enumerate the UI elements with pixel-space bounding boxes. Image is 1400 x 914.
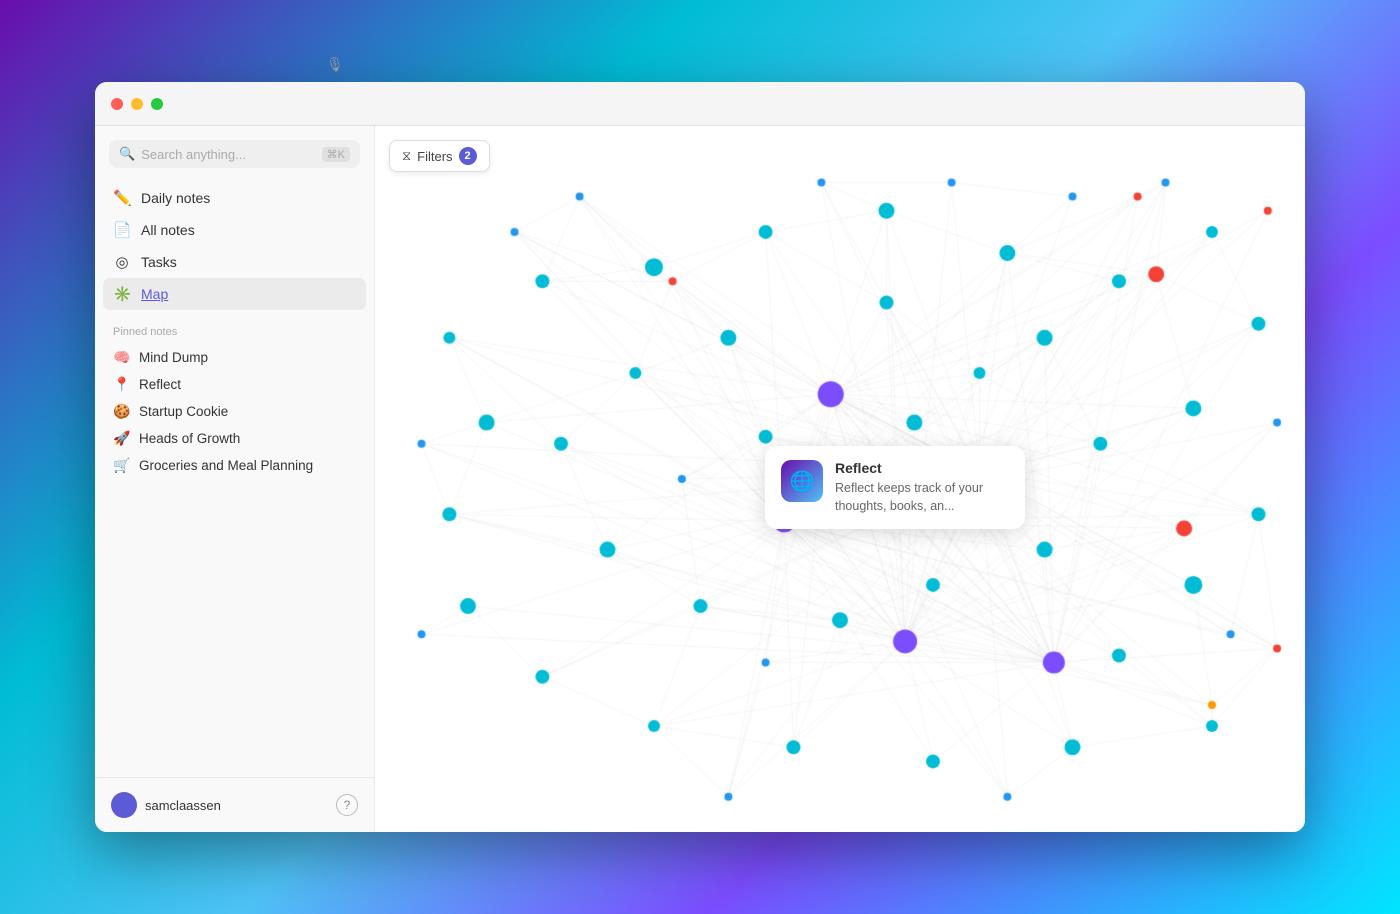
tooltip-content: Reflect Reflect keeps track of your thou… [835,460,1009,515]
pinned-item-groceries[interactable]: 🛒 Groceries and Meal Planning [113,452,356,479]
all-notes-label: All notes [141,222,195,238]
filters-bar[interactable]: ⧖ Filters 2 [389,140,490,172]
pinned-item-mind-dump[interactable]: 🧠 Mind Dump [113,344,356,371]
close-button[interactable] [111,98,123,110]
groceries-label: Groceries and Meal Planning [139,458,313,473]
reflect-emoji: 📍 [113,376,131,393]
search-shortcut: ⌘K [322,147,350,162]
help-button[interactable]: ? [336,794,358,816]
reflect-label: Reflect [139,377,181,392]
daily-notes-icon: ✏️ [113,189,131,207]
daily-notes-label: Daily notes [141,190,210,206]
pinned-section: Pinned notes 🧠 Mind Dump 📍 Reflect 🍪 Sta… [95,314,374,485]
tasks-label: Tasks [141,254,177,270]
sidebar-footer: samclaassen ? [95,777,374,832]
pinned-item-reflect[interactable]: 📍 Reflect [113,371,356,398]
pinned-item-heads-of-growth[interactable]: 🚀 Heads of Growth [113,425,356,452]
username: samclaassen [145,798,221,813]
startup-cookie-label: Startup Cookie [139,404,228,419]
tooltip-icon-emoji: 🌐 [790,469,815,494]
mind-dump-label: Mind Dump [139,350,208,365]
tooltip-app-icon: 🌐 [781,460,823,502]
map-icon: ✳️ [113,285,131,303]
startup-cookie-emoji: 🍪 [113,403,131,420]
sidebar-item-map[interactable]: ✳️ Map [103,278,366,310]
groceries-emoji: 🛒 [113,457,131,474]
mind-dump-emoji: 🧠 [113,349,131,366]
tooltip-card: 🌐 Reflect Reflect keeps track of your th… [765,446,1025,529]
heads-of-growth-emoji: 🚀 [113,430,131,447]
map-area[interactable]: ⧖ Filters 2 🌐 Reflect Reflect keeps trac… [375,126,1305,832]
main-content: 🔍 Search anything... ⌘K 🎙 ✏️ Daily notes… [95,126,1305,832]
sidebar: 🔍 Search anything... ⌘K 🎙 ✏️ Daily notes… [95,126,375,832]
help-icon-label: ? [344,798,351,812]
sidebar-item-daily-notes[interactable]: ✏️ Daily notes [103,182,366,214]
search-bar[interactable]: 🔍 Search anything... ⌘K [109,140,360,168]
search-placeholder: Search anything... [141,147,315,162]
tasks-icon: ◎ [113,253,131,271]
user-info[interactable]: samclaassen [111,792,221,818]
all-notes-icon: 📄 [113,221,131,239]
filters-label: Filters [417,149,452,164]
heads-of-growth-label: Heads of Growth [139,431,240,446]
app-window: 🔍 Search anything... ⌘K 🎙 ✏️ Daily notes… [95,82,1305,832]
search-icon: 🔍 [119,146,135,162]
minimize-button[interactable] [131,98,143,110]
sidebar-item-all-notes[interactable]: 📄 All notes [103,214,366,246]
pinned-item-startup-cookie[interactable]: 🍪 Startup Cookie [113,398,356,425]
maximize-button[interactable] [151,98,163,110]
avatar [111,792,137,818]
tooltip-description: Reflect keeps track of your thoughts, bo… [835,480,1009,515]
pinned-section-label: Pinned notes [113,326,356,338]
map-label: Map [141,286,168,302]
nav-section: ✏️ Daily notes 📄 All notes ◎ Tasks ✳️ Ma… [95,178,374,314]
sidebar-item-tasks[interactable]: ◎ Tasks [103,246,366,278]
titlebar [95,82,1305,126]
filters-count: 2 [459,147,477,165]
filter-icon: ⧖ [402,148,411,164]
tooltip-title: Reflect [835,460,1009,476]
